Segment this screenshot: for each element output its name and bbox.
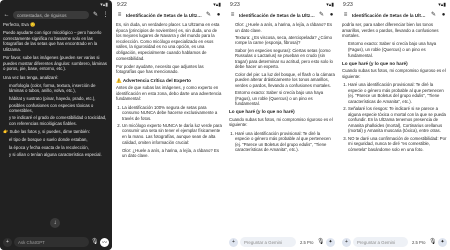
edit-icon[interactable]: ✎ — [430, 12, 437, 18]
list-item: posibles confusiones con especies tóxica… — [9, 103, 109, 114]
live-button[interactable]: ✦ — [438, 237, 447, 247]
list-item: Textura: ¿Es viscosa, seca, aterciopelad… — [235, 35, 335, 46]
live-button[interactable]: ✦ — [326, 237, 335, 247]
mic-icon[interactable]: 🎙 — [429, 239, 437, 245]
warning-heading: ⚠️ Advertencia Crítica del Experto — [116, 77, 191, 83]
top-bar: ≡ Identificación de Setas de la Ultzama … — [226, 9, 338, 21]
chat-input[interactable]: Ask ChatGPT — [14, 237, 89, 247]
list-item: Haré una identificación provisional: Te … — [235, 131, 335, 153]
chat-title: Identificación de Setas de la Ultzama — [239, 12, 315, 18]
list-item: hábitat y sustrato (pinar, hayedo, prado… — [9, 96, 109, 102]
status-bar: 9:23 ▾▴▮ — [226, 0, 338, 9]
analysis-list: morfología (color, forma, textura, inser… — [3, 83, 109, 127]
avatar[interactable]: ● — [215, 12, 222, 18]
voice-mode-button[interactable]: 〰 — [100, 237, 109, 247]
list-item: Entorno exacto: Saber si crecía bajo una… — [235, 90, 335, 107]
model-selector[interactable]: 2.5 Pro — [410, 240, 427, 245]
list-item: Sabor (en especies seguras): Ciertas set… — [235, 48, 335, 70]
top-bar: ← contestadas, de riguisos ✎ ⋮ — [0, 9, 112, 21]
list-item: Olor: ¿Huele a anís, a harina, a lejía, … — [235, 22, 335, 33]
gemini-screen-1: 9:22 ▾▴▮ ≡ Identificación de Setas de la… — [113, 0, 225, 250]
list-item: Señalaré los riesgos: Te indicaré si se … — [348, 106, 447, 134]
plus-icon[interactable]: + — [342, 237, 351, 247]
list-item: Color del pie: La luz del bosque, el fla… — [235, 72, 335, 89]
chat-message: Perfecto, Eva 🙂 Puedo ayudarte con rigor… — [3, 22, 109, 234]
section-heading: Lo que haré (y lo que no haré) — [229, 109, 295, 115]
status-time: 9:23 — [343, 1, 353, 8]
composer: + Ask ChatGPT 🎙 〰 — [0, 234, 112, 250]
numbered-list: Haré una identificación provisional: Te … — [342, 82, 447, 152]
status-time: 9:23 — [230, 1, 240, 8]
list-item: y te indicaré el grado de comestibilidad… — [9, 115, 109, 126]
scroll-down-button[interactable]: ↓ — [50, 218, 60, 228]
composer: + Preguntar a Gemini 2.5 Pro 🎙 ✦ — [339, 234, 450, 250]
composer: + Preguntar a Gemini 2.5 Pro 🎙 ✦ — [226, 234, 338, 250]
top-bar: ≡ Identificación de Setas de la Ultzama … — [339, 9, 450, 21]
list-item: y si olían o tenían alguna característic… — [9, 152, 109, 158]
menu-icon[interactable]: ≡ — [229, 12, 236, 18]
new-chat-icon[interactable]: ✎ — [92, 12, 99, 18]
gemini-screen-2: 9:23 ▾▴▮ ≡ Identificación de Setas de la… — [226, 0, 338, 250]
message-paragraph: Cuando subas tus fotos, mi compromiso ri… — [342, 68, 446, 79]
menu-icon[interactable]: ≡ — [116, 12, 123, 18]
chat-message: Es, sin duda, un verdadero placer. La Ul… — [116, 22, 222, 246]
status-icons: ▾▴▮ — [100, 1, 108, 8]
message-paragraph: Por poder ayudarte, necesito que adjunte… — [116, 63, 204, 75]
chat-input[interactable]: Preguntar a Gemini — [353, 237, 409, 247]
message-paragraph: Por favor, sube las imágenes (pueden ser… — [3, 55, 107, 72]
numbered-list: La identificación 100% segura de setas p… — [116, 105, 222, 146]
edit-icon[interactable]: ✎ — [318, 12, 325, 18]
message-paragraph: Puedo ayudarte con rigor micológico – pe… — [3, 30, 102, 52]
avatar[interactable]: ● — [328, 12, 335, 18]
edit-icon[interactable]: ✎ — [205, 12, 212, 18]
list-item: NO te daré una confirmación de comestibi… — [348, 136, 447, 153]
message-paragraph: Perfecto, Eva 🙂 — [3, 22, 36, 27]
message-paragraph: Antes de que subas las imágenes, y como … — [116, 85, 222, 102]
chat-input[interactable]: Preguntar a Gemini — [240, 237, 297, 247]
chat-message: Olor: ¿Huele a anís, a harina, a lejía, … — [229, 22, 335, 234]
search-field[interactable]: contestadas, de riguisos — [13, 11, 89, 19]
section-heading: Lo que haré (y lo que no haré) — [342, 60, 408, 66]
followup-list: el tipo de bosque o suelo donde estaban,… — [3, 137, 109, 157]
detail-list: Entorno exacto: Saber si crecía bajo una… — [342, 41, 447, 58]
list-item: Entorno exacto: Saber si crecía bajo una… — [348, 41, 447, 58]
status-bar: ▾▴▮ — [0, 0, 112, 9]
status-icons: ▾▴▮ — [213, 1, 221, 8]
list-item: Un micólogo experto NUNCA te daría luz v… — [122, 123, 222, 145]
menu-icon[interactable]: ≡ — [342, 12, 349, 18]
avatar[interactable]: ● — [440, 12, 447, 18]
chat-message: podría ser, para saber diferenciar bien … — [342, 22, 447, 234]
detail-list: Olor: ¿Huele a anís, a harina, a lejía, … — [116, 148, 222, 159]
message-paragraph: Es, sin duda, un verdadero placer. La Ul… — [116, 22, 220, 61]
list-item: el tipo de bosque o suelo donde estaban, — [9, 137, 109, 143]
status-icons: ▾▴▮ — [438, 1, 446, 8]
list-item: La identificación 100% segura de setas p… — [122, 105, 222, 122]
more-icon[interactable]: ⋮ — [102, 12, 109, 18]
model-selector[interactable]: 2.5 Pro — [298, 240, 315, 245]
plus-icon[interactable]: + — [3, 237, 12, 247]
mic-icon[interactable]: 🎙 — [317, 239, 325, 245]
status-bar: 9:23 ▾▴▮ — [339, 0, 450, 9]
list-item: morfología (color, forma, textura, inser… — [9, 83, 109, 94]
status-icons: ▾▴▮ — [326, 1, 334, 8]
message-paragraph: Cuando subas tus fotos, mi compromiso ri… — [229, 116, 333, 128]
message-paragraph: Una vez las tenga, analizaré: — [3, 74, 59, 80]
list-item: Olor: ¿Huele a anís, a harina, a lejía, … — [122, 148, 222, 159]
top-bar: ≡ Identificación de Setas de la Ultzama … — [113, 9, 225, 21]
chat-title: Identificación de Setas de la Ultzama — [352, 12, 427, 18]
detail-list: Olor: ¿Huele a anís, a harina, a lejía, … — [229, 22, 335, 107]
message-paragraph: 👉 Sube las fotos y, si puedes, dime tamb… — [3, 129, 90, 135]
numbered-list: Haré una identificación provisional: Te … — [229, 131, 335, 153]
back-arrow-icon[interactable]: ← — [3, 12, 10, 18]
chat-title: Identificación de Setas de la Ultzama — [126, 12, 202, 18]
status-bar: 9:22 ▾▴▮ — [113, 0, 225, 9]
chatgpt-screen: ▾▴▮ ← contestadas, de riguisos ✎ ⋮ Perfe… — [0, 0, 112, 250]
mic-icon[interactable]: 🎙 — [91, 239, 99, 245]
list-item: la época y fecha exacta de la recolecció… — [9, 145, 109, 151]
list-item: Haré una identificación provisional: Te … — [348, 82, 447, 104]
status-time: 9:22 — [117, 1, 127, 8]
plus-icon[interactable]: + — [229, 237, 238, 247]
message-paragraph: podría ser, para saber diferenciar bien … — [342, 22, 439, 39]
gemini-screen-3: 9:23 ▾▴▮ ≡ Identificación de Setas de la… — [339, 0, 450, 250]
